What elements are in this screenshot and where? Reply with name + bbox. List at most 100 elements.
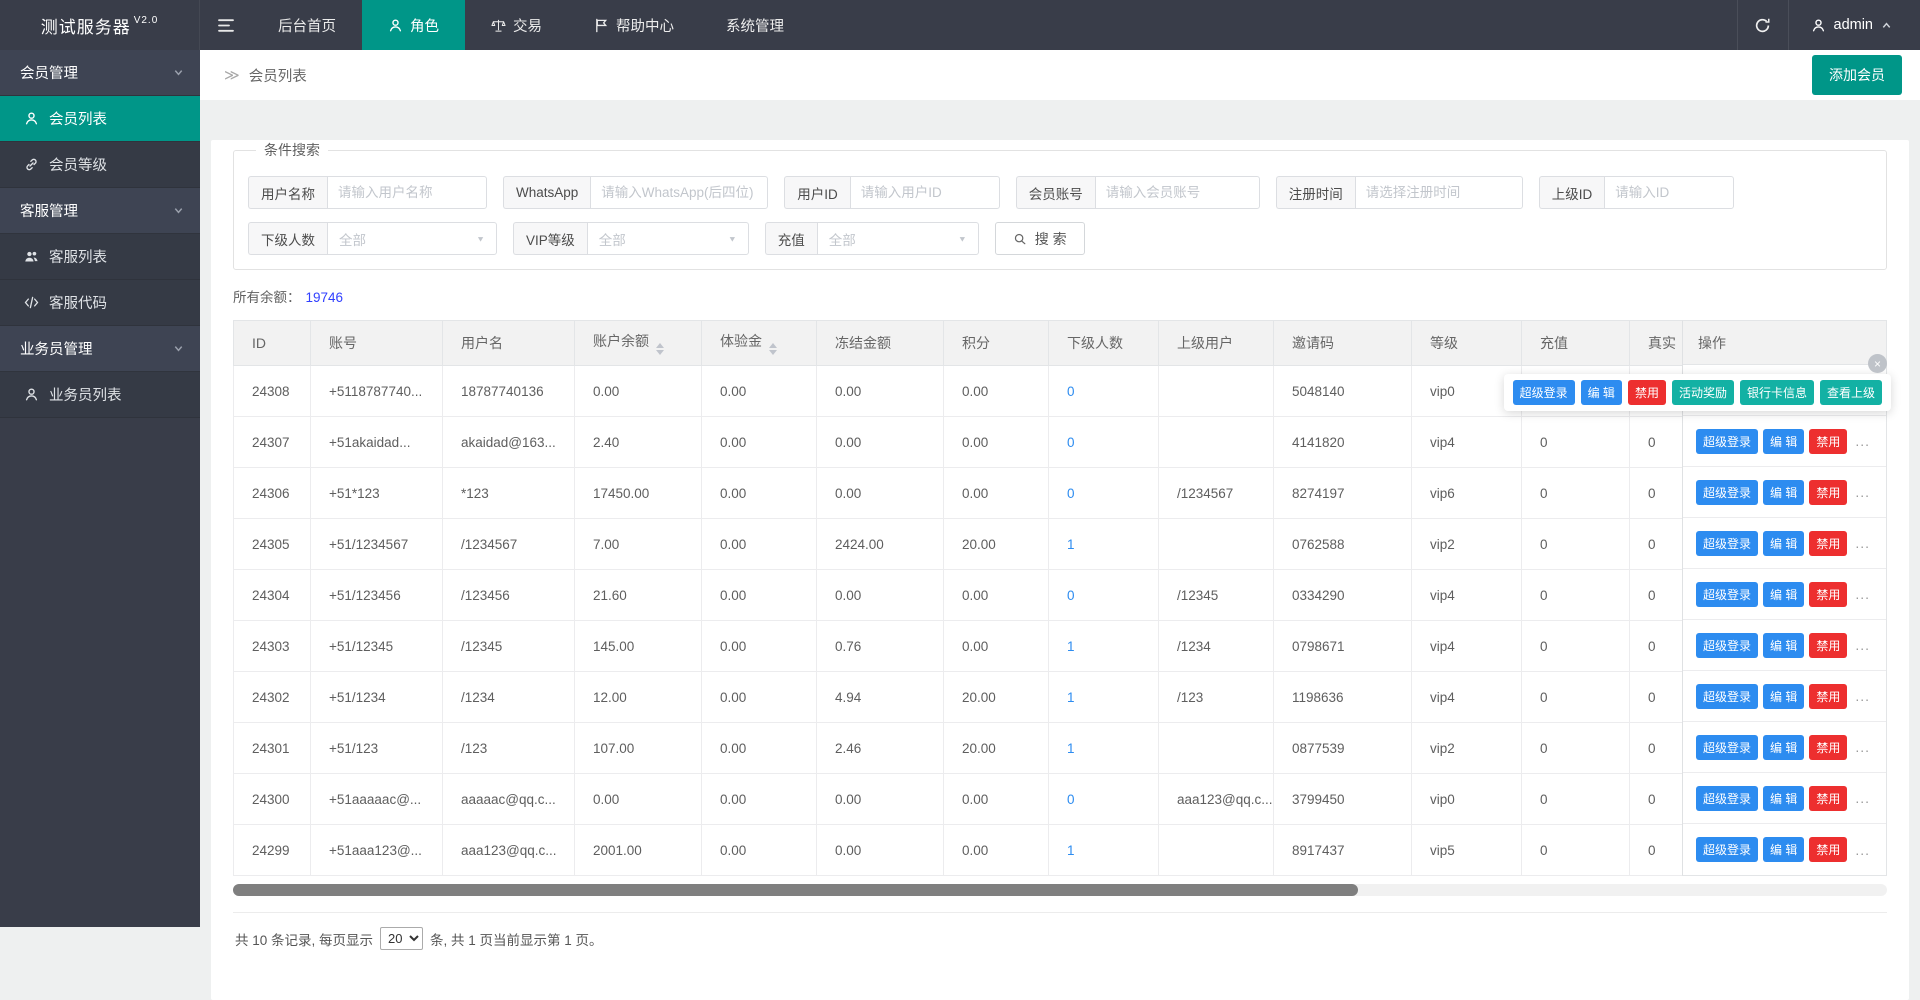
edit-button[interactable]: 编 辑 [1763,531,1804,556]
disable-button[interactable]: 禁用 [1809,684,1847,709]
edit-button[interactable]: 编 辑 [1763,837,1804,862]
edit-button[interactable]: 编 辑 [1763,735,1804,760]
edit-button[interactable]: 编 辑 [1763,684,1804,709]
row-actions: 超级登录编 辑禁用... [1683,569,1886,620]
add-member-button[interactable]: 添加会员 [1812,55,1902,95]
search-field: 上级ID [1539,176,1735,209]
disable-button[interactable]: 禁用 [1809,735,1847,760]
app-title: 测试服务器 [41,13,131,38]
super-login-button[interactable]: 超级登录 [1696,786,1758,811]
sort-icon[interactable] [656,343,664,355]
top-menu-item[interactable]: 帮助中心 [568,0,700,50]
subordinates-link[interactable]: 1 [1067,741,1075,756]
top-menu-item[interactable]: 角色 [362,0,465,50]
sidebar-item[interactable]: 客服列表 [0,234,200,280]
subordinates-link[interactable]: 0 [1067,384,1075,399]
super-login-button[interactable]: 超级登录 [1696,735,1758,760]
more-actions-button[interactable]: ... [1855,842,1870,858]
search-select[interactable]: 全部▼ [587,222,749,255]
total-balance-link[interactable]: 19746 [306,290,344,305]
subordinates-link[interactable]: 1 [1067,639,1075,654]
super-login-button[interactable]: 超级登录 [1513,380,1575,405]
edit-button[interactable]: 编 辑 [1763,480,1804,505]
disable-button[interactable]: 禁用 [1809,480,1847,505]
top-menu-item[interactable]: 交易 [465,0,568,50]
search-field-label: WhatsApp [503,176,590,209]
subordinates-link[interactable]: 0 [1067,486,1075,501]
subordinates-link[interactable]: 0 [1067,588,1075,603]
super-login-button[interactable]: 超级登录 [1696,429,1758,454]
super-login-button[interactable]: 超级登录 [1696,837,1758,862]
super-login-button[interactable]: 超级登录 [1696,684,1758,709]
search-select[interactable]: 全部▼ [327,222,497,255]
cell-real: 0 [1630,723,1683,774]
activity-reward-button[interactable]: 活动奖励 [1672,380,1734,405]
disable-button[interactable]: 禁用 [1809,531,1847,556]
subordinates-link[interactable]: 0 [1067,435,1075,450]
page-size-select[interactable]: 20 [380,927,423,950]
more-actions-button[interactable]: ... [1855,739,1870,755]
more-actions-button[interactable]: ... [1855,688,1870,704]
search-button[interactable]: 搜 索 [995,222,1085,255]
more-actions-button[interactable]: ... [1855,535,1870,551]
top-menu-item[interactable]: 后台首页 [252,0,362,50]
app-version: V2.0 [134,15,159,26]
disable-button[interactable]: 禁用 [1809,786,1847,811]
search-input[interactable] [1604,176,1734,209]
cell-balance: 0.00 [575,366,702,417]
sidebar-item[interactable]: 会员列表 [0,96,200,142]
super-login-button[interactable]: 超级登录 [1696,633,1758,658]
row-actions: 超级登录编 辑禁用... [1683,824,1886,875]
sidebar-item-label: 会员列表 [49,108,107,129]
sidebar-item[interactable]: 客服代码 [0,280,200,326]
sidebar-item[interactable]: 业务员列表 [0,372,200,418]
user-menu[interactable]: admin [1789,0,1920,50]
more-actions-button[interactable]: ... [1855,433,1870,449]
subordinates-link[interactable]: 1 [1067,537,1075,552]
search-input[interactable] [1095,176,1260,209]
search-field-label: 下级人数 [248,222,327,255]
more-actions-button[interactable]: ... [1855,637,1870,653]
search-select[interactable]: 全部▼ [817,222,979,255]
more-actions-button[interactable]: ... [1855,790,1870,806]
refresh-button[interactable] [1737,0,1789,50]
cell-username: aaa123@qq.c... [443,825,575,876]
hamburger-menu-icon[interactable] [200,0,252,50]
sort-icon[interactable] [769,343,777,355]
bank-card-info-button[interactable]: 银行卡信息 [1740,380,1814,405]
disable-button[interactable]: 禁用 [1809,837,1847,862]
edit-button[interactable]: 编 辑 [1763,633,1804,658]
disable-button[interactable]: 禁用 [1809,633,1847,658]
top-menu-item[interactable]: 系统管理 [700,0,810,50]
sidebar-item[interactable]: 会员等级 [0,142,200,188]
sidebar-group-header[interactable]: 客服管理 [0,188,200,234]
disable-button[interactable]: 禁用 [1809,429,1847,454]
subordinates-link[interactable]: 1 [1067,690,1075,705]
disable-button[interactable]: 禁用 [1628,380,1666,405]
super-login-button[interactable]: 超级登录 [1696,582,1758,607]
edit-button[interactable]: 编 辑 [1763,429,1804,454]
view-superior-button[interactable]: 查看上级 [1820,380,1882,405]
sidebar-group-header[interactable]: 会员管理 [0,50,200,96]
edit-button[interactable]: 编 辑 [1763,582,1804,607]
search-input[interactable] [850,176,1000,209]
search-input[interactable] [1355,176,1523,209]
actions-column-header: 操作 [1683,321,1886,365]
horizontal-scrollbar[interactable] [233,884,1887,896]
edit-button[interactable]: 编 辑 [1763,786,1804,811]
close-icon[interactable]: × [1868,354,1887,373]
topbar-right: admin [1737,0,1920,50]
cell-balance: 21.60 [575,570,702,621]
subordinates-link[interactable]: 0 [1067,792,1075,807]
edit-button[interactable]: 编 辑 [1581,380,1622,405]
search-input[interactable] [590,176,768,209]
more-actions-button[interactable]: ... [1855,484,1870,500]
sidebar-group-header[interactable]: 业务员管理 [0,326,200,372]
more-actions-button[interactable]: ... [1855,586,1870,602]
super-login-button[interactable]: 超级登录 [1696,480,1758,505]
disable-button[interactable]: 禁用 [1809,582,1847,607]
subordinates-link[interactable]: 1 [1067,843,1075,858]
super-login-button[interactable]: 超级登录 [1696,531,1758,556]
scrollbar-thumb[interactable] [233,884,1358,896]
search-input[interactable] [327,176,487,209]
